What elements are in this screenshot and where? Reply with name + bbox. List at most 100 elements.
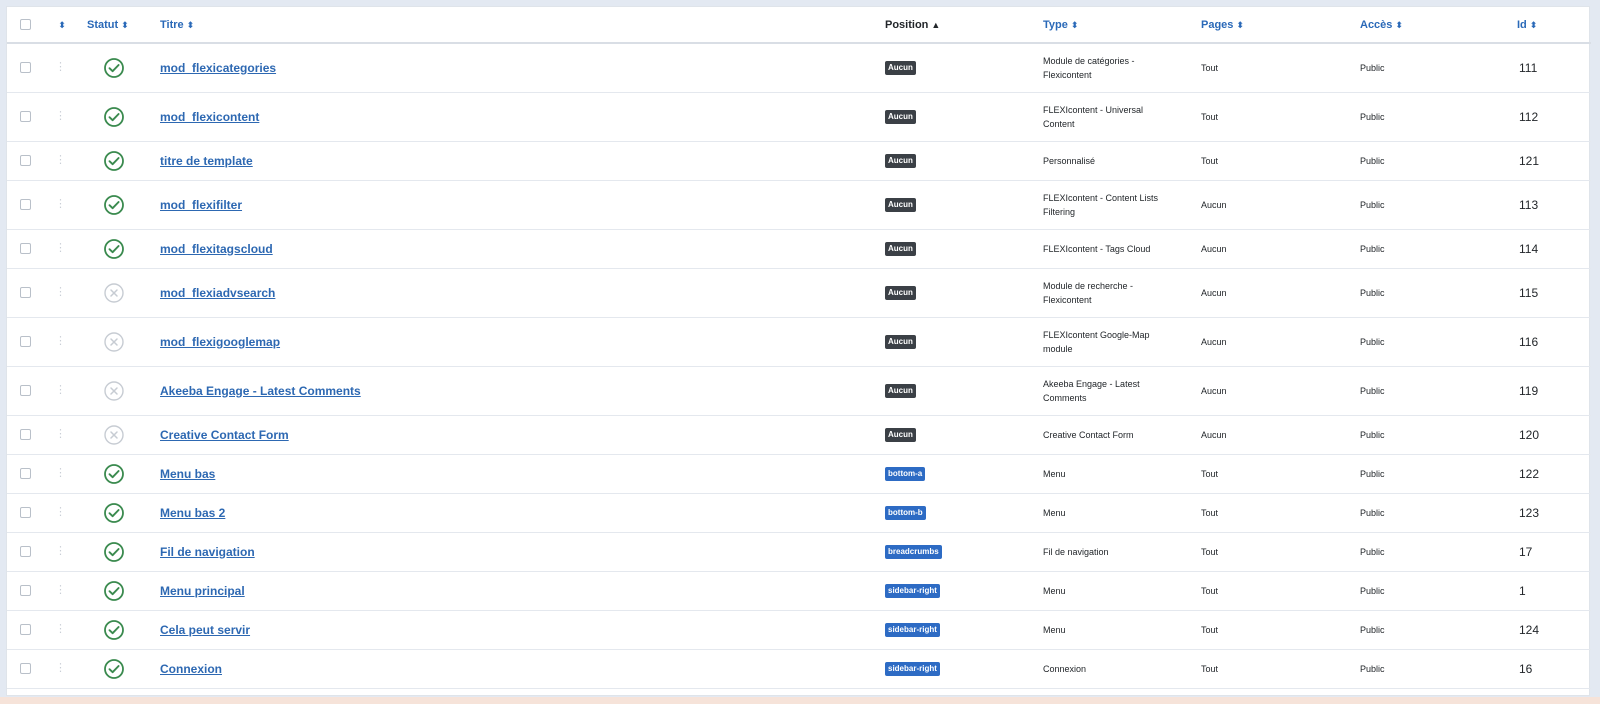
drag-handle-icon: ⋮ <box>55 584 66 596</box>
table-row: ⋮ mod_flexitagscloud Aucun FLEXIcontent - T… <box>7 229 1591 268</box>
row-checkbox[interactable] <box>20 428 31 440</box>
row-checkbox[interactable] <box>20 545 31 557</box>
select-all-checkbox[interactable] <box>20 19 31 31</box>
drag-handle[interactable]: ⋮ <box>44 415 77 454</box>
row-checkbox[interactable] <box>20 242 31 254</box>
row-checkbox[interactable] <box>20 198 31 210</box>
pages-cell: Tout <box>1201 546 1219 557</box>
title-cell: Menu principal <box>150 571 875 610</box>
drag-handle[interactable]: ⋮ <box>44 92 77 141</box>
status-header[interactable]: Statut ⬍ <box>77 7 150 44</box>
module-title-link[interactable]: titre de template <box>160 154 253 168</box>
module-title-link[interactable]: mod_flexicategories <box>160 61 276 75</box>
row-checkbox[interactable] <box>20 506 31 518</box>
module-title-link[interactable]: mod_flexifilter <box>160 198 242 212</box>
pages-cell: Aucun <box>1201 385 1227 396</box>
sort-icon: ⬍ <box>1529 19 1538 30</box>
module-title-link[interactable]: Cela peut servir <box>160 623 250 637</box>
id-header-label: Id <box>1517 18 1527 31</box>
position-header[interactable]: Position ▲ <box>875 7 1033 44</box>
row-checkbox[interactable] <box>20 623 31 635</box>
row-checkbox[interactable] <box>20 286 31 298</box>
drag-handle[interactable]: ⋮ <box>44 317 77 366</box>
access-cell: Public <box>1360 507 1385 518</box>
position-badge: Aucun <box>885 109 916 124</box>
drag-handle-icon: ⋮ <box>55 242 66 254</box>
row-select-cell <box>7 610 44 649</box>
module-title-link[interactable]: Menu bas 2 <box>160 506 225 520</box>
row-checkbox[interactable] <box>20 154 31 166</box>
published-check-icon[interactable] <box>103 502 125 524</box>
row-checkbox[interactable] <box>20 467 31 479</box>
drag-handle[interactable]: ⋮ <box>44 532 77 571</box>
published-check-icon[interactable] <box>103 57 125 79</box>
unpublished-x-icon[interactable] <box>103 424 125 446</box>
published-check-icon[interactable] <box>103 194 125 216</box>
ordering-header[interactable]: ⬍ <box>44 7 77 44</box>
published-check-icon[interactable] <box>103 106 125 128</box>
published-check-icon[interactable] <box>103 580 125 602</box>
unpublished-x-icon[interactable] <box>103 282 125 304</box>
drag-handle-icon: ⋮ <box>55 198 66 210</box>
published-check-icon[interactable] <box>103 463 125 485</box>
published-check-icon[interactable] <box>103 658 125 680</box>
id-header[interactable]: Id ⬍ <box>1507 7 1591 44</box>
type-header[interactable]: Type ⬍ <box>1033 7 1191 44</box>
row-checkbox[interactable] <box>20 335 31 347</box>
row-checkbox[interactable] <box>20 584 31 596</box>
row-checkbox[interactable] <box>20 662 31 674</box>
published-check-icon[interactable] <box>103 619 125 641</box>
position-cell: Aucun <box>875 366 1033 415</box>
row-select-cell <box>7 649 44 688</box>
drag-handle[interactable]: ⋮ <box>44 229 77 268</box>
module-title-link[interactable]: mod_flexiadvsearch <box>160 286 275 300</box>
module-title-link[interactable]: Akeeba Engage - Latest Comments <box>160 384 361 398</box>
module-title-link[interactable]: Fil de navigation <box>160 545 255 559</box>
row-select-cell <box>7 532 44 571</box>
table-row: ⋮ mod_flexicontent Aucun FLEXIcontent - Uni… <box>7 92 1591 141</box>
drag-handle[interactable]: ⋮ <box>44 366 77 415</box>
drag-handle-icon: ⋮ <box>55 467 66 479</box>
unpublished-x-icon[interactable] <box>103 331 125 353</box>
access-header[interactable]: Accès ⬍ <box>1350 7 1507 44</box>
published-check-icon[interactable] <box>103 541 125 563</box>
module-title-link[interactable]: mod_flexicontent <box>160 110 259 124</box>
module-title-link[interactable]: Connexion <box>160 662 222 676</box>
row-checkbox[interactable] <box>20 384 31 396</box>
drag-handle[interactable]: ⋮ <box>44 493 77 532</box>
table-header-row: ⬍ Statut ⬍ Titre ⬍ Position ▲ Type ⬍ Pages ⬍ <box>7 7 1591 44</box>
position-cell: Aucun <box>875 229 1033 268</box>
drag-handle[interactable]: ⋮ <box>44 454 77 493</box>
row-select-cell <box>7 415 44 454</box>
pages-cell: Aucun <box>1201 243 1227 254</box>
module-title-link[interactable]: mod_flexitagscloud <box>160 242 273 256</box>
drag-handle[interactable]: ⋮ <box>44 43 77 92</box>
status-cell <box>77 92 150 141</box>
row-select-cell <box>7 268 44 317</box>
drag-handle[interactable]: ⋮ <box>44 141 77 180</box>
drag-handle[interactable]: ⋮ <box>44 610 77 649</box>
position-badge: Aucun <box>885 60 916 75</box>
drag-handle[interactable]: ⋮ <box>44 649 77 688</box>
published-check-icon[interactable] <box>103 238 125 260</box>
pages-cell: Tout <box>1201 62 1219 73</box>
drag-handle[interactable]: ⋮ <box>44 180 77 229</box>
row-checkbox[interactable] <box>20 62 31 74</box>
id-cell: 115 <box>1519 285 1539 300</box>
row-checkbox[interactable] <box>20 110 31 122</box>
table-row: ⋮ Cela peut servir sidebar-right Menu Tout Pu… <box>7 610 1591 649</box>
position-cell: Aucun <box>875 92 1033 141</box>
module-title-link[interactable]: Menu principal <box>160 584 245 598</box>
drag-handle[interactable]: ⋮ <box>44 571 77 610</box>
title-cell: mod_flexigooglemap <box>150 317 875 366</box>
module-title-link[interactable]: Creative Contact Form <box>160 428 289 442</box>
title-header[interactable]: Titre ⬍ <box>150 7 875 44</box>
module-title-link[interactable]: Menu bas <box>160 467 215 481</box>
title-cell: Akeeba Engage - Latest Comments <box>150 366 875 415</box>
drag-handle[interactable]: ⋮ <box>44 268 77 317</box>
pages-header[interactable]: Pages ⬍ <box>1191 7 1350 44</box>
status-cell <box>77 180 150 229</box>
unpublished-x-icon[interactable] <box>103 380 125 402</box>
module-title-link[interactable]: mod_flexigooglemap <box>160 335 280 349</box>
published-check-icon[interactable] <box>103 150 125 172</box>
